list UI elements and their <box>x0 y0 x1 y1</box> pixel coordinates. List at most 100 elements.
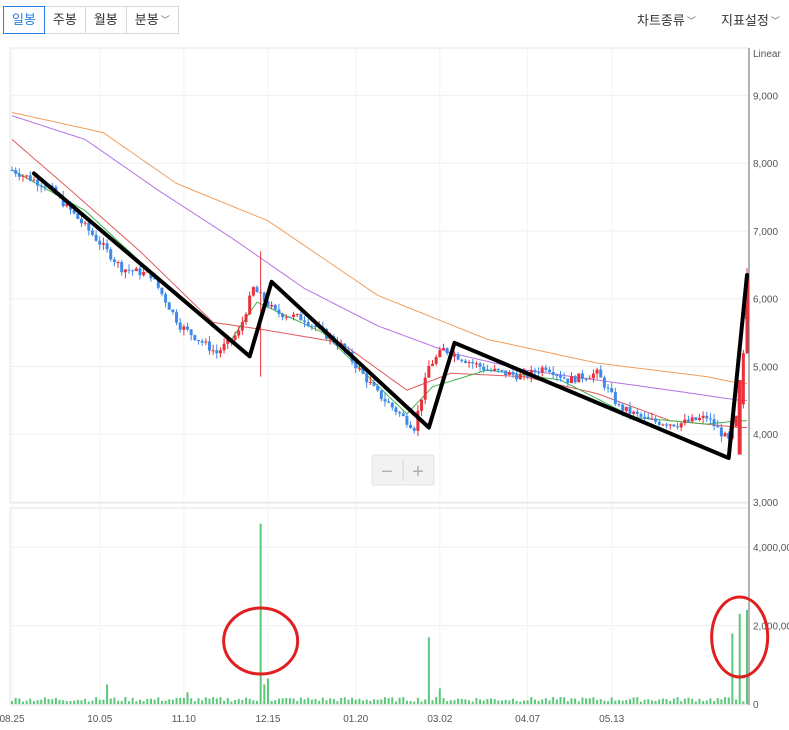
volume-bar <box>501 700 503 704</box>
volume-bar <box>376 699 379 704</box>
volume-bar <box>665 699 668 704</box>
candle-body <box>237 330 241 336</box>
price-tick-label: 7,000 <box>753 227 778 238</box>
candle-body <box>555 375 559 377</box>
candle-body <box>394 407 398 413</box>
stock-chart[interactable]: Linear 9,000 8,000 7,000 6,000 5,000 4,000 3,0… <box>0 40 789 730</box>
candle-body <box>21 175 25 177</box>
volume-bar <box>226 698 229 704</box>
volume-bar <box>468 700 471 704</box>
volume-bar <box>632 697 635 704</box>
candle-body <box>577 373 581 383</box>
candle-body <box>661 424 665 426</box>
volume-bar <box>201 700 204 704</box>
candle-body <box>441 348 445 351</box>
volume-bar <box>124 697 127 704</box>
candle-body <box>734 415 738 427</box>
volume-bar <box>149 698 152 704</box>
volume-bar <box>727 697 730 704</box>
volume-bar <box>603 700 606 704</box>
volume-bar <box>332 699 335 704</box>
volume-bar <box>40 699 43 704</box>
x-tick-label: 03.02 <box>427 714 452 725</box>
volume-bar <box>219 697 222 704</box>
candle-body <box>474 363 478 365</box>
tab-weekly[interactable]: 주봉 <box>43 6 86 34</box>
volume-bar <box>720 699 723 704</box>
volume-bar <box>292 698 295 704</box>
ma-long-line <box>11 115 747 401</box>
candle-body <box>303 320 307 323</box>
volume-bar <box>493 699 496 704</box>
volume-bar <box>552 696 555 704</box>
volume-bar <box>446 701 449 704</box>
volume-bar <box>676 697 679 704</box>
tab-minute[interactable]: 분봉 ﹀ <box>125 6 179 34</box>
candle-body <box>540 367 544 373</box>
volume-bar <box>270 700 273 704</box>
candle-body <box>277 309 281 314</box>
volume-bar <box>303 699 306 704</box>
volume-bar <box>746 609 748 704</box>
candle-body <box>138 268 142 276</box>
candle-body <box>167 302 171 310</box>
volume-bar <box>431 700 434 704</box>
volume-bar <box>117 700 120 704</box>
volume-bar <box>544 698 547 704</box>
candle-body <box>134 268 138 272</box>
candle-body <box>292 314 296 318</box>
tab-daily[interactable]: 일봉 <box>3 6 45 34</box>
volume-bar <box>515 700 518 704</box>
candle-body <box>701 415 705 418</box>
volume-bar <box>47 699 50 704</box>
candle-body <box>434 356 438 364</box>
volume-bar <box>310 699 313 704</box>
annotations <box>31 171 770 679</box>
candle-body <box>207 341 211 351</box>
candle-body <box>28 175 32 181</box>
candle-body <box>284 316 288 318</box>
candle-body <box>485 370 489 372</box>
volume-bar <box>643 699 646 704</box>
volume-bar <box>128 701 131 704</box>
x-tick-label: 11.10 <box>172 714 197 725</box>
candle-body <box>500 370 504 372</box>
volume-bar <box>661 698 664 704</box>
candle-body <box>39 185 43 187</box>
candle-body <box>690 417 694 422</box>
volume-bar <box>340 697 343 704</box>
volume-axis: 4,000,000 2,000,000 0 <box>753 543 789 711</box>
volume-bar <box>274 700 277 704</box>
candle-body <box>438 350 442 357</box>
candle-body <box>471 362 475 364</box>
indicator-menu[interactable]: 지표설정 ﹀ <box>721 10 780 29</box>
volume-bar <box>449 700 452 704</box>
candle-body <box>569 376 573 384</box>
candle-body <box>175 312 179 323</box>
candle-body <box>164 294 168 303</box>
volume-bar <box>592 697 595 704</box>
price-axis: 9,000 8,000 7,000 6,000 5,000 4,000 3,000 <box>753 91 778 509</box>
candle-body <box>445 348 449 354</box>
chart-type-menu[interactable]: 차트종류 ﹀ <box>637 10 696 29</box>
volume-bar <box>252 700 255 704</box>
volume-bar <box>639 701 642 704</box>
volume-bar <box>288 698 291 704</box>
chevron-down-icon: ﹀ <box>770 16 780 26</box>
volume-bar <box>135 701 138 704</box>
tab-monthly[interactable]: 월봉 <box>84 6 127 34</box>
candle-body <box>676 426 680 428</box>
volume-bar <box>36 700 39 704</box>
candle-body <box>25 175 29 177</box>
zoom-out-button[interactable]: − <box>381 461 393 483</box>
volume-bar <box>650 700 653 704</box>
x-tick-label: 10.05 <box>87 714 112 725</box>
volume-bar <box>318 700 321 704</box>
volume-bar <box>325 700 328 704</box>
volume-bar <box>519 701 522 704</box>
candle-body <box>694 417 698 420</box>
zoom-in-button[interactable]: + <box>412 461 424 483</box>
volume-bar <box>237 698 240 704</box>
x-axis: 08.25 10.05 11.10 12.15 01.20 03.02 04.07 05.13 <box>0 714 625 725</box>
volume-bar <box>321 697 324 704</box>
